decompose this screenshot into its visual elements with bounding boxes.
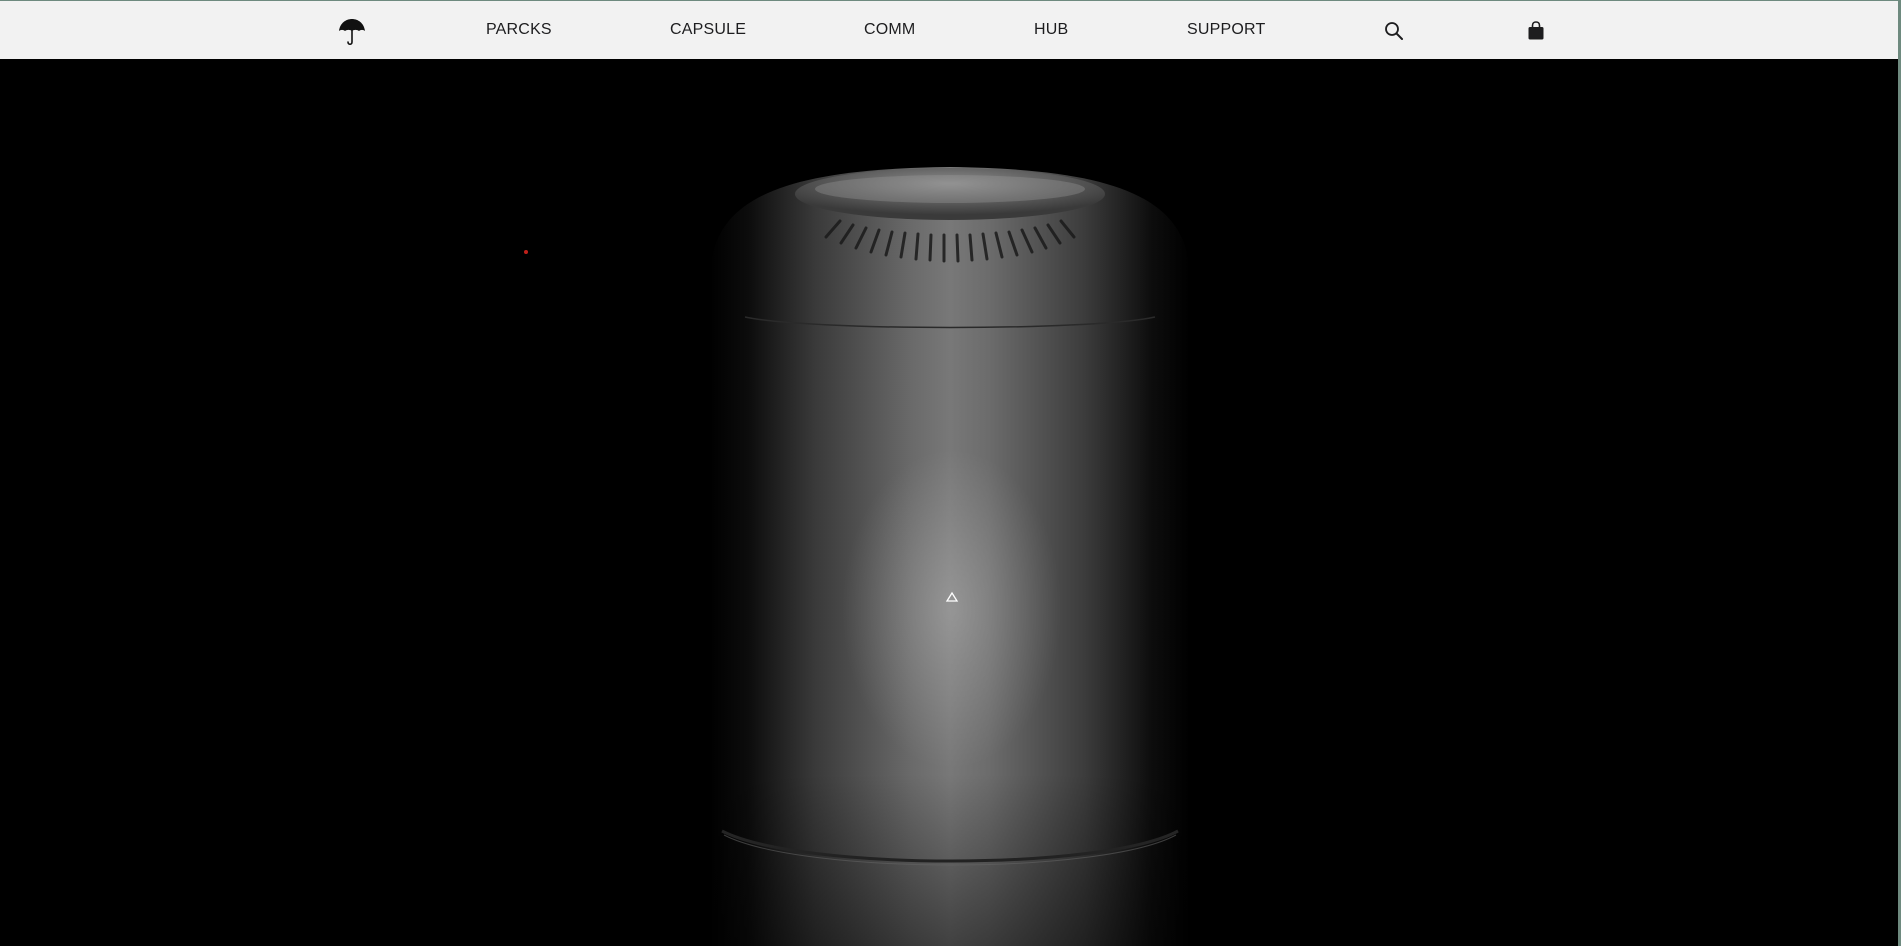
umbrella-icon[interactable] — [337, 17, 367, 47]
nav-parcks[interactable]: PARCKS — [486, 1, 552, 59]
indicator-dot — [524, 250, 528, 254]
hero-section — [0, 59, 1898, 946]
nav-capsule[interactable]: CAPSULE — [670, 1, 746, 59]
shopping-bag-icon[interactable] — [1525, 20, 1547, 42]
cylindrical-device — [690, 159, 1210, 946]
nav-comm[interactable]: COMM — [864, 1, 915, 59]
nav-hub[interactable]: HUB — [1034, 1, 1068, 59]
top-navigation-bar: PARCKS CAPSULE COMM HUB SUPPORT — [0, 1, 1901, 59]
nav-support[interactable]: SUPPORT — [1187, 1, 1265, 59]
search-icon[interactable] — [1383, 20, 1405, 42]
